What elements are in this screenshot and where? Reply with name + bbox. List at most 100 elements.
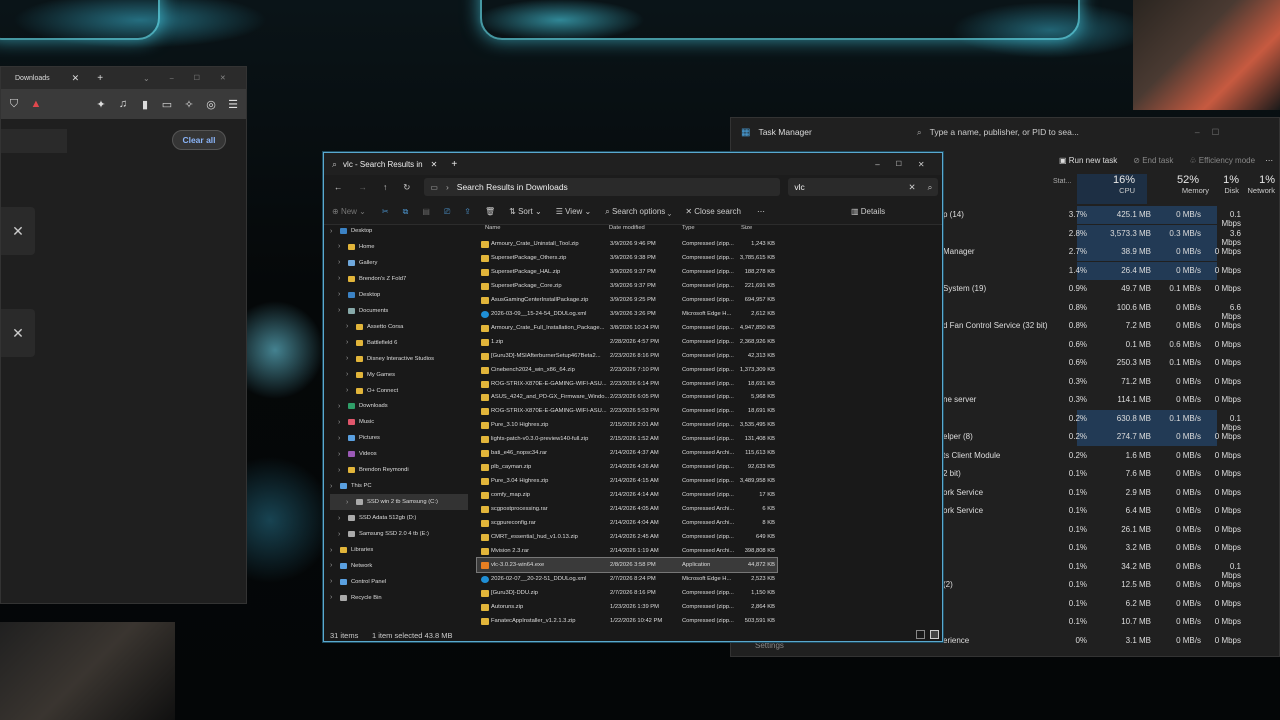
copy-icon[interactable]: ⧉	[403, 207, 409, 217]
close-window-icon[interactable]: ✕	[918, 160, 925, 169]
new-tab-icon[interactable]: +	[97, 73, 103, 84]
file-row[interactable]: ROG-STRIX-X870E-E-GAMING-WIFI-ASU... 2/23…	[477, 377, 777, 391]
back-icon[interactable]: ←	[334, 182, 343, 192]
network-column-header[interactable]: 1% Network	[1231, 174, 1279, 204]
search-field[interactable]: vlc ✕ ⌕	[788, 178, 939, 196]
file-row[interactable]: SupersetPackage_Others.zip 3/9/2026 9:38 …	[477, 251, 777, 265]
file-row[interactable]: Autoruns.zip 1/23/2026 1:39 PM Compressed …	[477, 600, 777, 614]
file-row[interactable]: AsusGamingCenterInstallPackage.zip 3/9/20…	[477, 293, 777, 307]
file-row[interactable]: comfy_map.zip 2/14/2026 4:14 AM Compressed…	[477, 488, 777, 502]
file-row[interactable]: ASUS_4242_and_PD-GX_Firmware_Windo... 2/2…	[477, 390, 777, 404]
close-icon[interactable]: ✕	[72, 73, 80, 84]
sort-button[interactable]: ⇅ Sort ⌄	[509, 207, 542, 216]
end-task-button[interactable]: ⊘ End task	[1133, 156, 1173, 165]
file-row[interactable]: CMRT_essential_hud_v1.0.13.zip 2/14/2026 …	[477, 530, 777, 544]
file-row[interactable]: plb_cayman.zip 2/14/2026 4:26 AM Compresse…	[477, 460, 777, 474]
file-row[interactable]: bati_e46_nopsc34.rar 2/14/2026 4:37 AM Com…	[477, 446, 777, 460]
file-row[interactable]: 2026-03-09__15-24-54_DDULog.xml 3/9/2026 …	[477, 307, 777, 321]
close-window-icon[interactable]: ✕	[220, 74, 226, 82]
forward-icon[interactable]: →	[359, 182, 368, 192]
rewards-icon[interactable]: ▲	[29, 98, 43, 110]
process-search-input[interactable]: Type a name, publisher, or PID to sea...	[930, 127, 1079, 137]
details-view-icon[interactable]	[916, 630, 925, 639]
minimize-icon[interactable]: –	[1195, 127, 1200, 137]
more-icon[interactable]: ⋯	[1265, 156, 1273, 165]
efficiency-mode-button[interactable]: ♧ Efficiency mode	[1189, 156, 1255, 165]
file-row[interactable]: Mvision 2.3.rar 2/14/2026 1:19 AM Compress…	[477, 544, 777, 558]
address-field[interactable]: ▭ › Search Results in Downloads	[424, 178, 781, 196]
download-item[interactable]: ✕	[1, 207, 35, 255]
search-icon[interactable]: ⌕	[928, 182, 933, 193]
file-row[interactable]: vlc-3.0.23-win64.exe 2/8/2026 3:58 PM Appl…	[476, 556, 778, 573]
date-column-header[interactable]: Date modified	[609, 225, 645, 231]
delete-icon[interactable]: 🗑	[485, 207, 495, 216]
file-row[interactable]: [Guru3D]-DDU.zip 2/7/2026 8:16 PM Compress…	[477, 586, 777, 600]
close-icon[interactable]: ✕	[12, 223, 24, 240]
leo-icon[interactable]: ✧	[182, 98, 196, 111]
file-row[interactable]: 2026-02-07__20-22-51_DDULog.xml 2/7/2026 …	[477, 572, 777, 586]
tiles-view-icon[interactable]	[930, 630, 939, 639]
paste-icon[interactable]: ▤	[422, 207, 430, 216]
download-item[interactable]: ✕	[1, 309, 35, 357]
disk-value: 0 MB/s	[1176, 617, 1201, 626]
type-column-header[interactable]: Type	[682, 225, 695, 231]
memory-column-header[interactable]: 52% Memory	[1147, 174, 1211, 204]
view-button[interactable]: ☰ View ⌄	[556, 207, 592, 216]
minimize-icon[interactable]: –	[875, 160, 879, 169]
file-row[interactable]: SupersetPackage_HAL.zip 3/9/2026 9:37 PM C…	[477, 265, 777, 279]
file-row[interactable]: 1.zip 2/28/2026 4:57 PM Compressed (zipp..…	[477, 335, 777, 349]
cpu-value: 0.1%	[1068, 506, 1087, 515]
file-row[interactable]: SupersetPackage_Core.zip 3/9/2026 9:37 PM…	[477, 279, 777, 293]
chevron-right-icon[interactable]: ›	[330, 228, 340, 235]
refresh-icon[interactable]: ↻	[403, 182, 410, 193]
maximize-icon[interactable]: ☐	[1212, 127, 1220, 138]
cpu-column-header[interactable]: 16% CPU	[1077, 174, 1147, 204]
file-row[interactable]: lights-patch-v0.3.0-preview140-full.zip 2…	[477, 432, 777, 446]
explorer-tab[interactable]: vlc - Search Results in	[343, 160, 423, 169]
size-column-header[interactable]: Size	[741, 225, 752, 231]
downloads-tab[interactable]: Downloads	[15, 75, 50, 82]
close-search-button[interactable]: ✕ Close search	[685, 207, 741, 216]
clear-search-icon[interactable]: ✕	[908, 182, 915, 193]
cut-icon[interactable]: ✂	[382, 207, 389, 216]
music-icon[interactable]: ♫	[116, 98, 130, 110]
minimize-icon[interactable]: –	[170, 75, 174, 82]
search-input[interactable]: vlc	[794, 182, 908, 192]
file-row[interactable]: Armoury_Crate_Uninstall_Tool.zip 3/9/2026…	[477, 237, 777, 251]
share-icon[interactable]: ⇪	[464, 207, 471, 216]
new-button[interactable]: ⊕ New ⌄	[332, 207, 366, 216]
up-icon[interactable]: ↑	[383, 182, 387, 192]
file-row[interactable]: Cinebench2024_win_x86_64.zip 2/23/2026 7:…	[477, 363, 777, 377]
file-row[interactable]: scgpostprocessing.rar 2/14/2026 4:05 AM Co…	[477, 502, 777, 516]
rename-icon[interactable]: ⎚	[444, 207, 450, 217]
details-button[interactable]: ▥ Details	[851, 207, 885, 216]
file-row[interactable]: ROG-STRIX-X870E-E-GAMING-WIFI-ASU... 2/23…	[477, 404, 777, 418]
file-row[interactable]: FanatecAppInstaller_v1.2.1.3.zip 1/22/202…	[477, 614, 777, 628]
wallet-icon[interactable]: ▭	[160, 98, 174, 111]
search-options-button[interactable]: ⌕ Search options ⌄	[605, 207, 671, 217]
file-row[interactable]: Pure_3.10 Highres.zip 2/15/2026 2:01 AM Co…	[477, 418, 777, 432]
clear-all-button[interactable]: Clear all	[172, 130, 226, 150]
breadcrumb[interactable]: Search Results in Downloads	[457, 182, 568, 192]
settings-link[interactable]: Settings	[755, 641, 784, 650]
chevron-down-icon[interactable]: ⌄	[143, 74, 150, 83]
sidebar-icon[interactable]: ▮	[138, 98, 152, 111]
file-row[interactable]: [Guru3D]-MSIAfterburnerSetup467Beta2... 2…	[477, 349, 777, 363]
extensions-icon[interactable]: ✦	[94, 98, 108, 111]
new-tab-icon[interactable]: +	[451, 159, 457, 170]
more-icon[interactable]: ⋯	[757, 207, 765, 216]
file-row[interactable]: Armoury_Crate_Full_Installation_Package.…	[477, 321, 777, 335]
file-size: 1,150 KB	[751, 589, 775, 596]
close-icon[interactable]: ✕	[431, 160, 438, 169]
maximize-icon[interactable]: ☐	[194, 74, 200, 82]
file-row[interactable]: Pure_3.04 Highres.zip 2/14/2026 4:15 AM Co…	[477, 474, 777, 488]
brave-shield-icon[interactable]: ⛉	[7, 98, 21, 111]
menu-icon[interactable]: ☰	[226, 98, 240, 111]
vpn-icon[interactable]: ◎	[204, 98, 218, 111]
file-row[interactable]: scgpureconfig.rar 2/14/2026 4:04 AM Compre…	[477, 516, 777, 530]
status-column-header[interactable]: Stat...	[1053, 178, 1071, 185]
name-column-header[interactable]: Name	[485, 225, 500, 231]
close-icon[interactable]: ✕	[12, 325, 24, 342]
run-new-task-button[interactable]: ▣ Run new task	[1059, 156, 1117, 165]
maximize-icon[interactable]: ☐	[896, 160, 902, 168]
